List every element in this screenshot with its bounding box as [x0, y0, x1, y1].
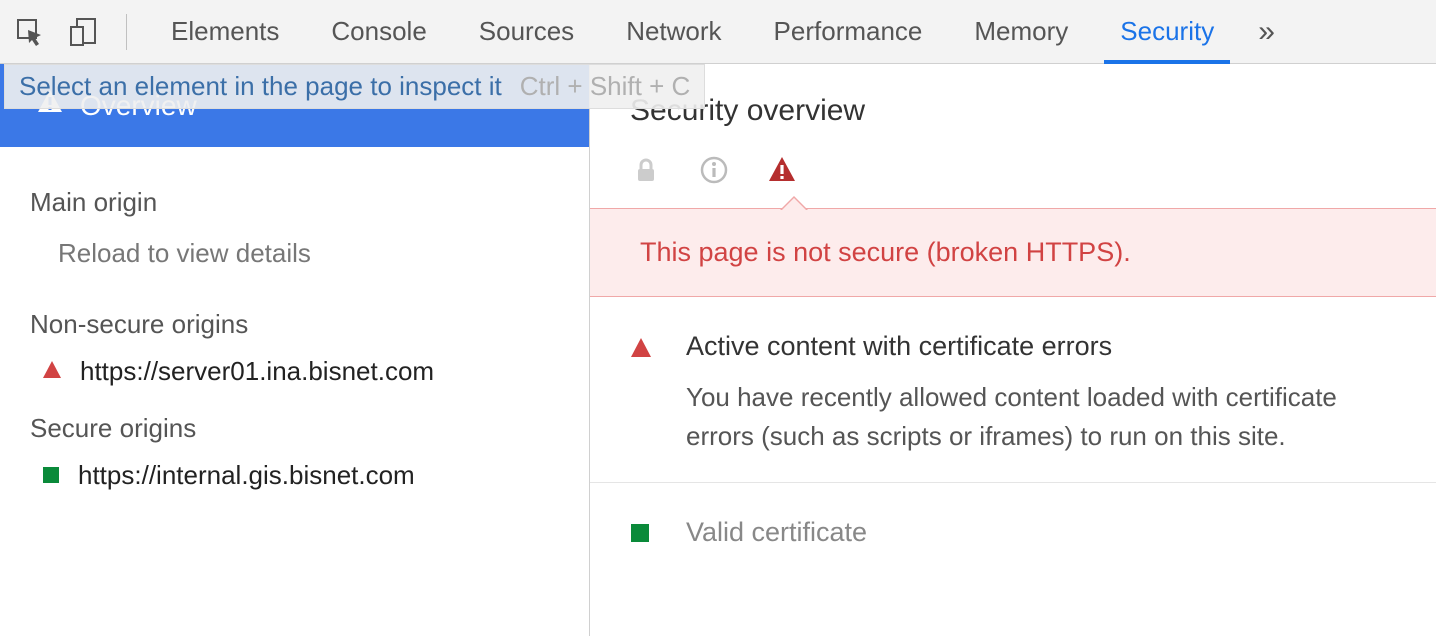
inspect-element-icon[interactable] [12, 14, 48, 50]
overview-label: Overview [80, 90, 197, 122]
non-secure-origins-label: Non-secure origins [0, 289, 589, 350]
tab-performance[interactable]: Performance [748, 0, 949, 63]
status-icon-row [590, 148, 1436, 198]
warning-triangle-icon [766, 154, 798, 186]
warning-triangle-icon [42, 356, 62, 387]
toolbar-icon-group [0, 14, 145, 50]
sidebar-body: Main origin Reload to view details Non-s… [0, 147, 589, 517]
devtools-tabs: Elements Console Sources Network Perform… [145, 0, 1240, 63]
main-origin-label: Main origin [0, 167, 589, 228]
devtools-toolbar: Elements Console Sources Network Perform… [0, 0, 1436, 64]
detail-heading: Active content with certificate errors [686, 331, 1396, 362]
content-area: Overview Main origin Reload to view deta… [0, 64, 1436, 636]
tab-memory[interactable]: Memory [948, 0, 1094, 63]
toolbar-divider [126, 14, 127, 50]
origin-url: https://server01.ina.bisnet.com [80, 356, 434, 387]
tab-sources[interactable]: Sources [453, 0, 600, 63]
green-square-icon [630, 517, 658, 564]
detail-cert-errors: Active content with certificate errors Y… [590, 297, 1436, 483]
tab-console[interactable]: Console [305, 0, 452, 63]
green-square-icon [42, 460, 60, 491]
detail-text: Active content with certificate errors Y… [686, 331, 1396, 456]
security-banner: This page is not secure (broken HTTPS). [590, 209, 1436, 297]
overview-header[interactable]: Overview [0, 64, 589, 147]
detail-text: Valid certificate [686, 517, 1396, 564]
non-secure-origin-item[interactable]: https://server01.ina.bisnet.com [0, 350, 589, 393]
panel-title: Security overview [590, 64, 1436, 148]
secure-origins-label: Secure origins [0, 393, 589, 454]
main-origin-hint: Reload to view details [0, 228, 589, 289]
security-panel: Security overview [590, 64, 1436, 636]
lock-icon [630, 154, 662, 186]
tab-network[interactable]: Network [600, 0, 747, 63]
warning-triangle-icon [36, 88, 64, 123]
caret-divider [590, 208, 1436, 209]
security-sidebar: Overview Main origin Reload to view deta… [0, 64, 590, 636]
detail-body: You have recently allowed content loaded… [686, 378, 1396, 456]
device-toolbar-icon[interactable] [66, 14, 102, 50]
detail-heading: Valid certificate [686, 517, 1396, 548]
detail-valid-cert: Valid certificate [590, 483, 1436, 564]
tab-security[interactable]: Security [1094, 0, 1240, 63]
tab-elements[interactable]: Elements [145, 0, 305, 63]
info-icon [698, 154, 730, 186]
secure-origin-item[interactable]: https://internal.gis.bisnet.com [0, 454, 589, 497]
origin-url: https://internal.gis.bisnet.com [78, 460, 415, 491]
more-tabs-icon[interactable]: » [1240, 0, 1293, 63]
warning-triangle-icon [630, 331, 658, 456]
